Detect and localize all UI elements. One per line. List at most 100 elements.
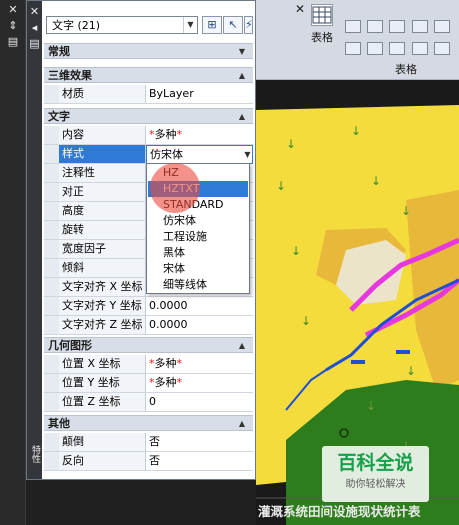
svg-text:↓: ↓ <box>276 179 286 193</box>
table-tool-icon-7[interactable] <box>367 42 383 55</box>
table-tool-icon-4[interactable] <box>412 20 428 33</box>
collapse-icon[interactable]: ▲ <box>234 416 250 431</box>
style-option[interactable]: 黑体 <box>148 245 248 261</box>
svg-text:↓: ↓ <box>351 124 361 138</box>
property-row-align-z[interactable]: 文字对齐 Z 坐标 0.0000 <box>44 316 253 335</box>
category-general[interactable]: 常规 ▼ <box>44 43 253 59</box>
table-icon[interactable] <box>311 4 333 26</box>
property-value[interactable]: 0 <box>146 393 253 412</box>
property-row-material[interactable]: 材质 ByLayer <box>44 85 253 104</box>
table-tool-icon-2[interactable] <box>367 20 383 33</box>
property-name: 注释性 <box>59 164 146 183</box>
row-gutter <box>44 433 59 452</box>
table-tool-icon-8[interactable] <box>389 42 405 55</box>
ribbon <box>256 0 459 80</box>
table-tool-icon-9[interactable] <box>412 42 428 55</box>
property-row-align-y[interactable]: 文字对齐 Y 坐标 0.0000 <box>44 297 253 316</box>
quick-select-icon[interactable]: ⚡ <box>244 16 253 34</box>
palette-menu-icon[interactable]: ▤ <box>28 37 41 50</box>
row-gutter <box>44 183 59 202</box>
property-name: 样式 <box>59 145 146 164</box>
property-value[interactable]: 多种 <box>146 374 253 393</box>
table-tool-icon-3[interactable] <box>389 20 405 33</box>
style-option[interactable]: 细等线体 <box>148 277 248 293</box>
property-row-position-z[interactable]: 位置 Z 坐标 0 <box>44 393 253 412</box>
ribbon-panel-label: 表格 <box>395 63 417 76</box>
table-tool-icon-10[interactable] <box>434 42 450 55</box>
style-option[interactable]: STANDARD <box>148 197 248 213</box>
palette-titlebar[interactable]: ✕ ◂ ▤ 特性 <box>27 1 42 479</box>
select-objects-icon[interactable]: ↖ <box>223 16 243 34</box>
property-value[interactable]: 0.0000 <box>146 316 253 335</box>
object-type-value: 文字 (21) <box>52 19 101 32</box>
property-name: 颠倒 <box>59 433 146 452</box>
table-tool-icon-6[interactable] <box>345 42 361 55</box>
watermark-title: 百科全说 <box>337 452 414 474</box>
property-row-backward[interactable]: 反向 否 <box>44 452 253 471</box>
property-value[interactable]: 否 <box>146 433 253 452</box>
collapse-icon[interactable]: ▲ <box>234 109 250 124</box>
chevron-down-icon[interactable]: ▼ <box>242 148 252 161</box>
svg-text:↓: ↓ <box>291 244 301 258</box>
property-name: 旋转 <box>59 221 146 240</box>
property-name: 文字对齐 X 坐标 <box>59 278 146 297</box>
object-type-select[interactable]: 文字 (21) ▼ <box>46 16 198 34</box>
category-misc[interactable]: 其他 ▲ <box>44 415 253 431</box>
property-value[interactable]: ByLayer <box>146 85 253 104</box>
property-value[interactable]: 0.0000 <box>146 297 253 316</box>
row-gutter <box>44 164 59 183</box>
style-dropdown-list[interactable]: HZ HZTXT STANDARD 仿宋体 工程设施 黑体 宋体 细等线体 <box>146 163 250 294</box>
style-select[interactable]: 仿宋体 ▼ <box>146 145 253 164</box>
row-gutter <box>44 126 59 145</box>
property-name: 宽度因子 <box>59 240 146 259</box>
row-gutter <box>44 221 59 240</box>
category-geometry[interactable]: 几何图形 ▲ <box>44 337 253 353</box>
property-row-contents[interactable]: 内容 多种 <box>44 126 253 145</box>
row-gutter <box>44 278 59 297</box>
style-option[interactable]: 工程设施 <box>148 229 248 245</box>
category-text-label: 文字 <box>48 110 70 123</box>
table-tool-icon-5[interactable] <box>434 20 450 33</box>
chevron-down-icon[interactable]: ▼ <box>183 17 197 33</box>
ribbon-close-icon[interactable]: ✕ <box>293 2 307 16</box>
toggle-pickadd-icon[interactable]: ⊞ <box>202 16 222 34</box>
table-button-label[interactable]: 表格 <box>311 31 339 45</box>
palette-autohide-icon[interactable]: ◂ <box>28 21 41 34</box>
property-name: 高度 <box>59 202 146 221</box>
style-option-highlighted[interactable]: HZTXT <box>148 181 248 197</box>
property-name: 内容 <box>59 126 146 145</box>
property-row-position-y[interactable]: 位置 Y 坐标 多种 <box>44 374 253 393</box>
property-value[interactable]: 否 <box>146 452 253 471</box>
watermark-subtitle: 助你轻松解决 <box>345 479 406 490</box>
row-gutter <box>44 374 59 393</box>
category-3d-visual[interactable]: 三维效果 ▲ <box>44 67 253 83</box>
style-option[interactable]: 仿宋体 <box>148 213 248 229</box>
property-row-style[interactable]: 样式 仿宋体 ▼ <box>44 145 253 164</box>
expand-icon[interactable]: ▼ <box>234 44 250 59</box>
row-gutter <box>44 355 59 374</box>
palette-title: 特性 <box>30 445 40 463</box>
property-name: 文字对齐 Y 坐标 <box>59 297 146 316</box>
collapse-icon[interactable]: ▲ <box>234 338 250 353</box>
property-row-position-x[interactable]: 位置 X 坐标 多种 <box>44 355 253 374</box>
collapse-icon[interactable]: ▲ <box>234 68 250 83</box>
property-value[interactable]: 多种 <box>146 355 253 374</box>
category-misc-label: 其他 <box>48 417 70 430</box>
close-icon[interactable]: ✕ <box>5 3 21 17</box>
row-gutter <box>44 145 59 164</box>
category-general-label: 常规 <box>48 45 70 58</box>
property-name: 位置 Y 坐标 <box>59 374 146 393</box>
style-option[interactable]: HZ <box>148 165 248 181</box>
property-name: 位置 Z 坐标 <box>59 393 146 412</box>
svg-text:↓: ↓ <box>401 204 411 218</box>
pin-icon[interactable]: ⇕ <box>5 19 21 33</box>
properties-icon[interactable]: ▤ <box>5 35 21 49</box>
table-tool-icon-1[interactable] <box>345 20 361 33</box>
property-row-upside-down[interactable]: 颠倒 否 <box>44 433 253 452</box>
category-3d-visual-label: 三维效果 <box>48 69 92 82</box>
property-name: 反向 <box>59 452 146 471</box>
property-value[interactable]: 多种 <box>146 126 253 145</box>
style-option[interactable]: 宋体 <box>148 261 248 277</box>
category-text[interactable]: 文字 ▲ <box>44 108 253 124</box>
palette-close-icon[interactable]: ✕ <box>28 5 41 18</box>
